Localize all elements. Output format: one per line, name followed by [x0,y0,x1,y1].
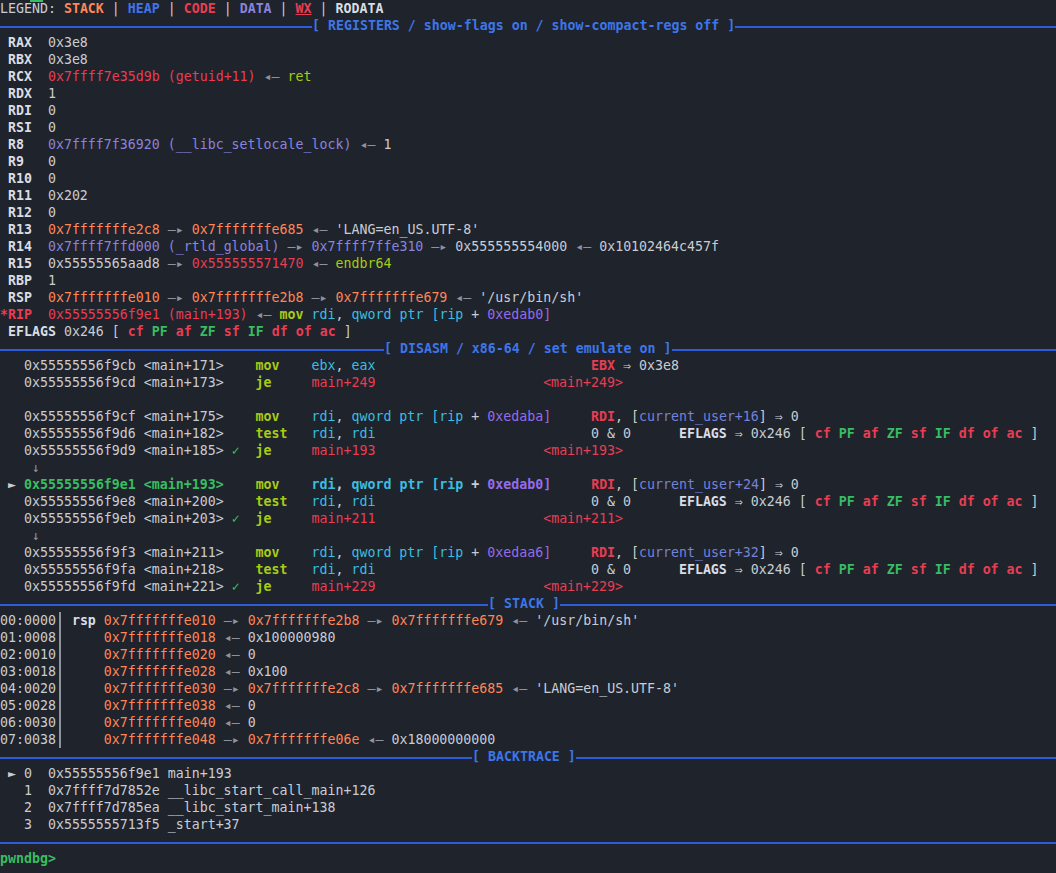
disasm-line: 0x55555556f9d9 <main+185> ✓ je main+193 … [0,442,1056,459]
disasm-line: 0x55555556f9cf <main+175> mov rdi, qword… [0,408,1056,425]
disasm-line: 0x55555556f9fa <main+218> test rdi, rdi … [0,561,1056,578]
disasm-header-label: [ DISASM / x86-64 / set emulate on ] [384,340,672,357]
prompt-line: pwndbg> [0,850,1056,867]
reg-eflags: EFLAGS 0x246 [ cf PF af ZF sf IF df of a… [0,323,1056,340]
stack-row-05: 05:0028 0x7fffffffe038 ◂— 0 [0,697,1056,714]
disasm-header: [ DISASM / x86-64 / set emulate on ] [0,340,1056,357]
reg-rcx: RCX 0x7ffff7e35d9b (getuid+11) ◂— ret [0,68,1056,85]
reg-rsi: RSI 0 [0,119,1056,136]
stack-row-01: 01:0008 0x7fffffffe018 ◂— 0x100000980 [0,629,1056,646]
backtrace-frame-1: 1 0x7ffff7d7852e __libc_start_call_main+… [0,782,1056,799]
stack-row-04: 04:0020 0x7fffffffe030 —▸ 0x7fffffffe2c8… [0,680,1056,697]
disasm-flow-arrow: ↓ [0,459,1056,476]
reg-r14: R14 0x7ffff7ffd000 (_rtld_global) —▸ 0x7… [0,238,1056,255]
stack-row-00: 00:0000 rsp 0x7fffffffe010 —▸ 0x7fffffff… [0,612,1056,629]
disasm-line: 0x55555556f9fd <main+221> ✓ je main+229 … [0,578,1056,595]
backtrace-frame-2: 2 0x7ffff7d785ea __libc_start_main+138 [0,799,1056,816]
separator [0,833,1056,850]
reg-rdi: RDI 0 [0,102,1056,119]
reg-rbp: RBP 1 [0,272,1056,289]
stack-row-07: 07:0038 0x7fffffffe048 —▸ 0x7fffffffe06e… [0,731,1056,748]
disasm-line: 0x55555556f9eb <main+203> ✓ je main+211 … [0,510,1056,527]
reg-r12: R12 0 [0,204,1056,221]
stack-header-label: [ STACK ] [488,595,560,612]
disasm-line: 0x55555556f9e8 <main+200> test rdi, rdi … [0,493,1056,510]
legend-line: LEGEND: STACK | HEAP | CODE | DATA | WX … [0,0,1056,17]
reg-rax: RAX 0x3e8 [0,34,1056,51]
stack-header: [ STACK ] [0,595,1056,612]
reg-rdx: RDX 1 [0,85,1056,102]
disasm-line: 0x55555556f9f3 <main+211> mov rdi, qword… [0,544,1056,561]
registers-header-label: [ REGISTERS / show-flags on / show-compa… [312,17,735,34]
stack-row-03: 03:0018 0x7fffffffe028 ◂— 0x100 [0,663,1056,680]
reg-rip: *RIP 0x55555556f9e1 (main+193) ◂— mov rd… [0,306,1056,323]
reg-r10: R10 0 [0,170,1056,187]
separator-rule [0,842,1056,844]
backtrace-frame-3: 3 0x5555555713f5 _start+37 [0,816,1056,833]
stack-row-06: 06:0030 0x7fffffffe040 ◂— 0 [0,714,1056,731]
reg-r13: R13 0x7fffffffe2c8 —▸ 0x7fffffffe685 ◂— … [0,221,1056,238]
reg-rbx: RBX 0x3e8 [0,51,1056,68]
reg-rsp: RSP 0x7fffffffe010 —▸ 0x7fffffffe2b8 —▸ … [0,289,1056,306]
backtrace-frame-0: ► 0 0x55555556f9e1 main+193 [0,765,1056,782]
disasm-line: 0x55555556f9cd <main+173> je main+249 <m… [0,374,1056,391]
disasm-line: 0x55555556f9cb <main+171> mov ebx, eax E… [0,357,1056,374]
reg-r9: R9 0 [0,153,1056,170]
terminal[interactable]: LEGEND: STACK | HEAP | CODE | DATA | WX … [0,0,1056,873]
disasm-line: 0x55555556f9d6 <main+182> test rdi, rdi … [0,425,1056,442]
backtrace-header: [ BACKTRACE ] [0,748,1056,765]
disasm-line [0,391,1056,408]
reg-r8: R8 0x7ffff7f36920 (__libc_setlocale_lock… [0,136,1056,153]
stack-row-02: 02:0010 0x7fffffffe020 ◂— 0 [0,646,1056,663]
disasm-flow-arrow: ↓ [0,527,1056,544]
backtrace-header-label: [ BACKTRACE ] [472,748,576,765]
registers-header: [ REGISTERS / show-flags on / show-compa… [0,17,1056,34]
disasm-current-line: ► 0x55555556f9e1 <main+193> mov rdi, qwo… [0,476,1056,493]
reg-r15: R15 0x55555565aad8 —▸ 0x555555571470 ◂— … [0,255,1056,272]
reg-r11: R11 0x202 [0,187,1056,204]
